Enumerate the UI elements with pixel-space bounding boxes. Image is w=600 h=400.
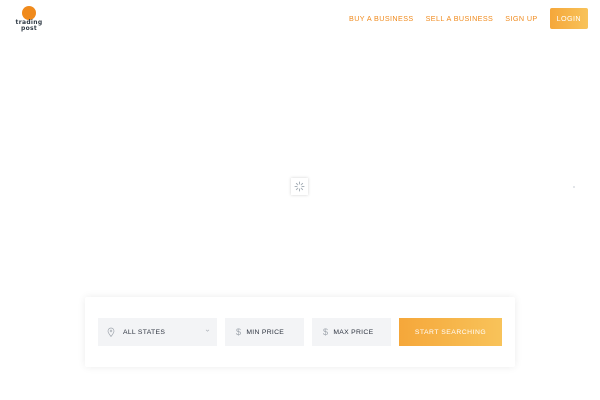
business-search-panel: ALL STATES $ MIN PRICE $ MAX PRICE START… (85, 297, 515, 367)
loading-spinner-icon (291, 178, 308, 195)
main-nav: BUY A BUSINESS SELL A BUSINESS SIGN UP L… (349, 8, 588, 29)
trading-post-logo[interactable]: trading post (14, 6, 44, 36)
logo-line-2: post (20, 25, 38, 32)
login-button[interactable]: LOGIN (549, 8, 588, 29)
max-price-field[interactable]: $ MAX PRICE (312, 318, 391, 346)
spinner-svg (294, 181, 305, 192)
location-pin-icon (107, 327, 115, 337)
min-price-placeholder: MIN PRICE (246, 328, 285, 336)
logo-circle-icon (22, 6, 36, 20)
nav-sell-business[interactable]: SELL A BUSINESS (426, 14, 494, 23)
decorative-dot (573, 186, 575, 188)
start-searching-button[interactable]: START SEARCHING (399, 318, 502, 346)
nav-buy-business[interactable]: BUY A BUSINESS (349, 14, 414, 23)
dollar-icon: $ (236, 327, 242, 337)
min-price-field[interactable]: $ MIN PRICE (225, 318, 304, 346)
chevron-down-icon (205, 329, 210, 332)
page: trading post BUY A BUSINESS SELL A BUSIN… (0, 0, 600, 400)
max-price-placeholder: MAX PRICE (333, 328, 374, 336)
dollar-icon: $ (323, 327, 329, 337)
state-select-value: ALL STATES (123, 328, 166, 336)
nav-sign-up[interactable]: SIGN UP (505, 14, 537, 23)
state-select[interactable]: ALL STATES (98, 318, 217, 346)
logo-wordmark: trading post (14, 20, 44, 32)
